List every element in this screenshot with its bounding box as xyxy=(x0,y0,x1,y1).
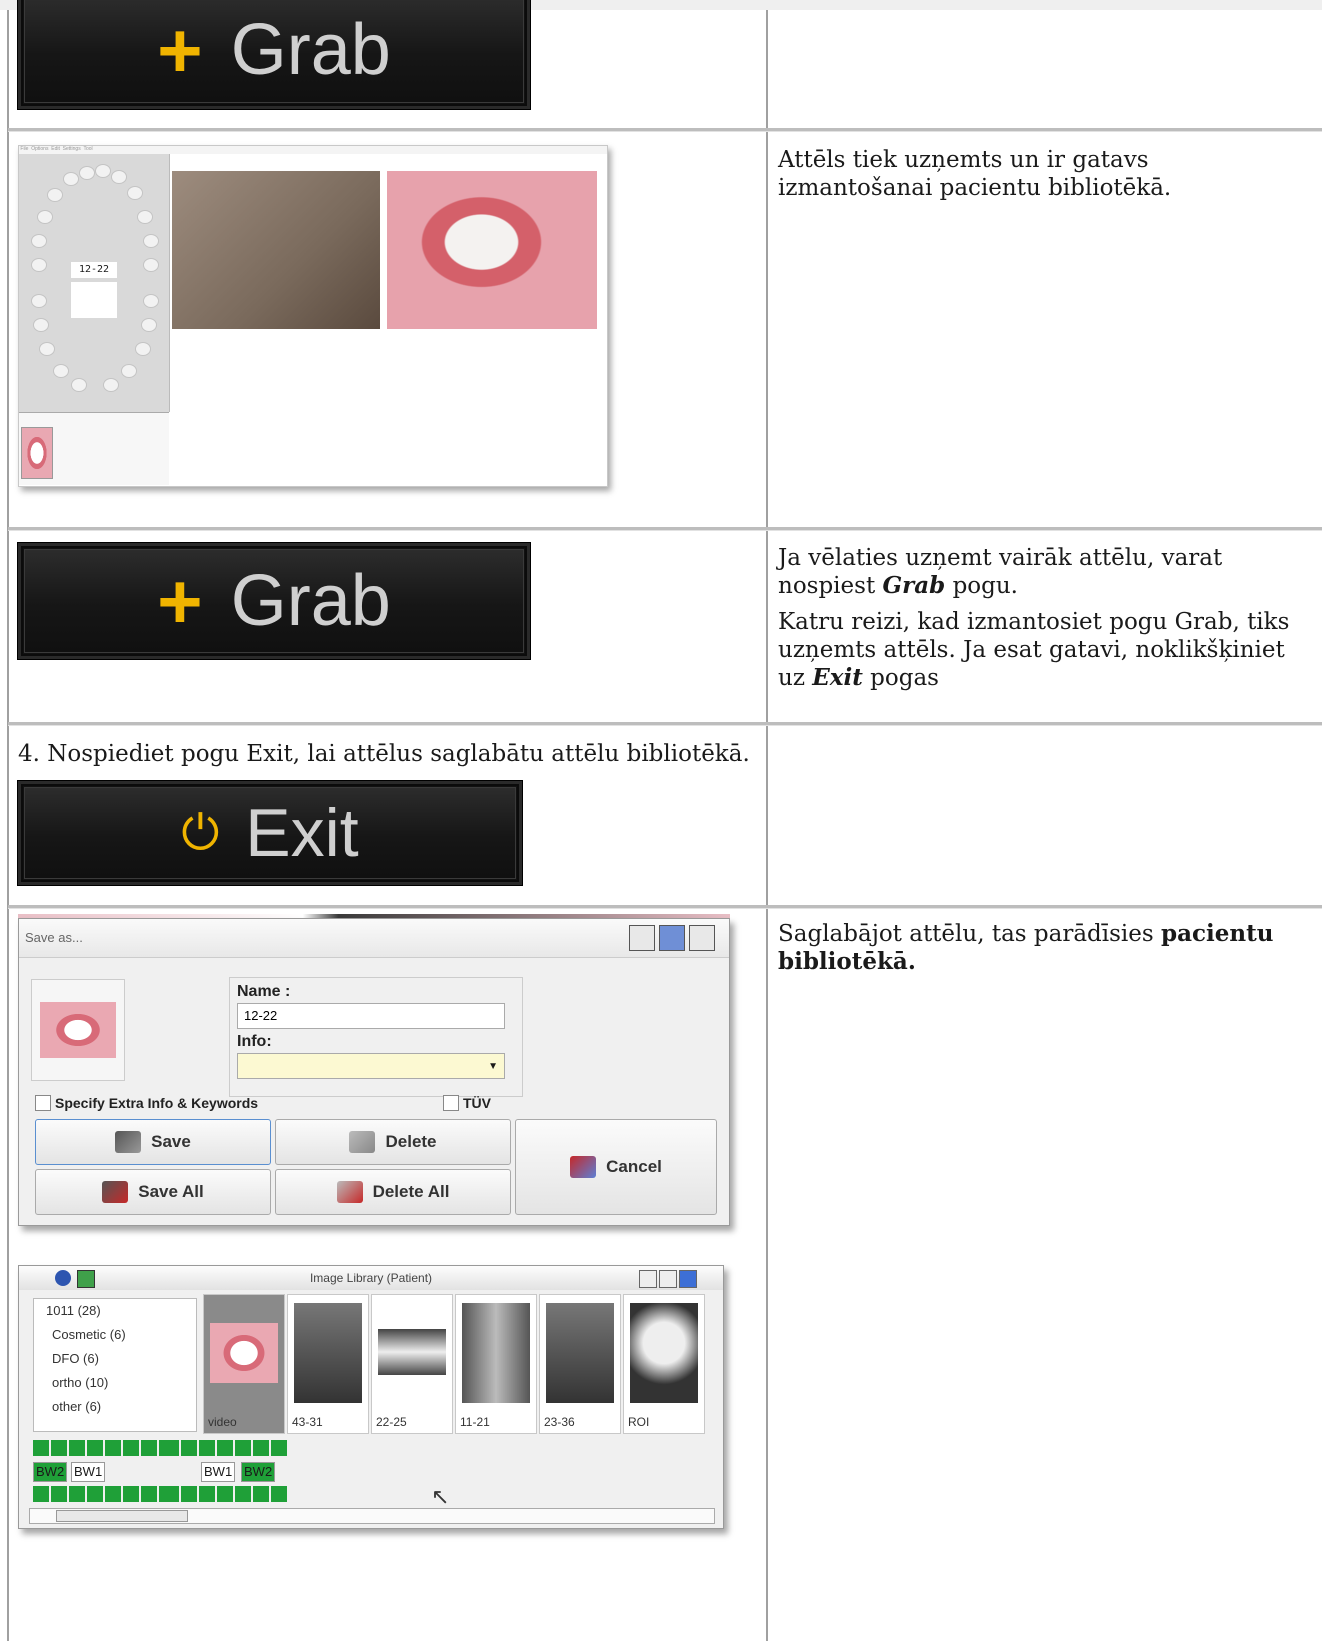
bw-tag[interactable]: BW2 xyxy=(33,1462,68,1482)
delete-button[interactable]: Delete xyxy=(275,1119,511,1165)
tree-item[interactable]: 1011 (28) xyxy=(34,1299,196,1323)
dental-chart-panel: 12-22 xyxy=(19,154,170,412)
save-all-button[interactable]: Save All xyxy=(35,1169,271,1215)
plus-icon: + xyxy=(157,557,203,645)
thumbnail[interactable]: 23-36 xyxy=(539,1294,621,1434)
app-menu-bar: File Options Edit Settings Tool xyxy=(19,146,607,154)
download-icon[interactable] xyxy=(679,1270,697,1288)
grab-button-image: + Grab xyxy=(17,542,531,660)
row-divider-2 xyxy=(8,527,1322,531)
table-border-left xyxy=(7,10,9,1641)
cancel-icon xyxy=(570,1156,597,1178)
library-title: Image Library (Patient) xyxy=(19,1266,723,1290)
delete-all-icon xyxy=(336,1181,363,1203)
tree-item[interactable]: Cosmetic (6) xyxy=(34,1323,196,1347)
cursor-icon: ↖ xyxy=(431,1484,450,1509)
row3-description: Ja vēlaties uzņemt vairāk attēlu, varat … xyxy=(778,544,1298,700)
category-tree: 1011 (28) Cosmetic (6) DFO (6) ortho (10… xyxy=(33,1298,197,1432)
thumbnail[interactable]: 22-25 xyxy=(371,1294,453,1434)
maximize-button[interactable] xyxy=(659,925,685,951)
name-label: Name : xyxy=(237,983,291,1000)
plus-icon: + xyxy=(157,6,203,94)
info-label: Info: xyxy=(237,1033,272,1050)
save-icon xyxy=(115,1131,142,1153)
minimize-button[interactable] xyxy=(629,925,655,951)
row-divider-4 xyxy=(8,905,1322,909)
row2-paragraph: Attēls tiek uzņemts un ir gatavs izmanto… xyxy=(778,147,1172,201)
row-divider-1 xyxy=(8,128,1322,132)
row5-description: Saglabājot attēlu, tas parādīsies pacien… xyxy=(778,920,1298,984)
row4-instruction: 4. Nospiediet pogu Exit, lai attēlus sag… xyxy=(18,740,758,776)
tooth-grid-upper-right xyxy=(163,1440,287,1456)
grab-button-image-top: + Grab xyxy=(17,0,531,110)
delete-icon xyxy=(349,1131,376,1153)
close-button[interactable] xyxy=(689,925,715,951)
image-icon[interactable] xyxy=(77,1270,95,1288)
cancel-button[interactable]: Cancel xyxy=(515,1119,717,1215)
grab-emphasis: Grab xyxy=(882,572,946,599)
dialog-thumbnail xyxy=(31,979,125,1081)
tree-item[interactable]: DFO (6) xyxy=(34,1347,196,1371)
power-icon: ⏻ xyxy=(181,804,220,861)
row-divider-3 xyxy=(8,722,1322,726)
exit-button-image: ⏻ Exit xyxy=(17,780,523,886)
thumbnail[interactable]: video xyxy=(203,1294,285,1434)
thumbnail[interactable]: ROI xyxy=(623,1294,705,1434)
globe-icon xyxy=(55,1270,71,1286)
table-border-middle xyxy=(766,10,768,1641)
thumbnail[interactable]: 11-21 xyxy=(455,1294,537,1434)
chevron-down-icon: ▼ xyxy=(488,1061,498,1072)
tuv-checkbox[interactable] xyxy=(443,1095,459,1111)
tooth-grid-lower-right xyxy=(163,1486,287,1502)
bw-tag[interactable]: BW1 xyxy=(201,1462,236,1482)
trash-icon[interactable] xyxy=(639,1270,657,1288)
tree-item[interactable]: ortho (10) xyxy=(34,1371,196,1395)
captured-mouth-image xyxy=(387,171,597,329)
save-as-dialog: Save as... Name : Info: ▼ Specify Extra … xyxy=(18,918,730,1226)
row3-paragraph-1: Ja vēlaties uzņemt vairāk attēlu, varat … xyxy=(778,545,1223,599)
save-all-icon xyxy=(102,1181,129,1203)
name-input[interactable] xyxy=(237,1003,505,1029)
zoom-icon[interactable] xyxy=(659,1270,677,1288)
image-library-strip xyxy=(19,412,169,485)
row5-paragraph: Saglabājot attēlu, tas parādīsies pacien… xyxy=(778,920,1274,975)
grab-label: Grab xyxy=(230,10,391,90)
row2-description: Attēls tiek uzņemts un ir gatavs izmanto… xyxy=(778,146,1298,210)
thumbnail[interactable]: 43-31 xyxy=(287,1294,369,1434)
tooth-grid-lower-left xyxy=(33,1486,175,1502)
chart-tooth-label: 12-22 xyxy=(71,262,117,278)
horizontal-scrollbar[interactable] xyxy=(29,1508,715,1524)
app-screenshot: File Options Edit Settings Tool 12-22 xyxy=(18,145,608,487)
exit-emphasis: Exit xyxy=(812,664,863,691)
delete-all-button[interactable]: Delete All xyxy=(275,1169,511,1215)
info-dropdown[interactable]: ▼ xyxy=(237,1053,505,1079)
grab-label: Grab xyxy=(230,561,391,641)
tree-item[interactable]: other (6) xyxy=(34,1395,196,1419)
tooth-grid-upper-left xyxy=(33,1440,175,1456)
camera-preview-image xyxy=(172,171,380,329)
bw-tag[interactable]: BW1 xyxy=(71,1462,106,1482)
tuv-label: TÜV xyxy=(463,1095,491,1111)
exit-label: Exit xyxy=(245,795,359,871)
dialog-title: Save as... xyxy=(19,919,729,958)
extra-info-label: Specify Extra Info & Keywords xyxy=(55,1095,259,1111)
bw-tag[interactable]: BW2 xyxy=(241,1462,276,1482)
step-4-text: 4. Nospiediet pogu Exit, lai attēlus sag… xyxy=(18,741,750,767)
extra-info-checkbox[interactable] xyxy=(35,1095,51,1111)
row3-paragraph-2: Katru reizi, kad izmantosiet pogu Grab, … xyxy=(778,609,1290,691)
image-library-window: Image Library (Patient) 1011 (28) Cosmet… xyxy=(18,1265,724,1529)
save-button[interactable]: Save xyxy=(35,1119,271,1165)
